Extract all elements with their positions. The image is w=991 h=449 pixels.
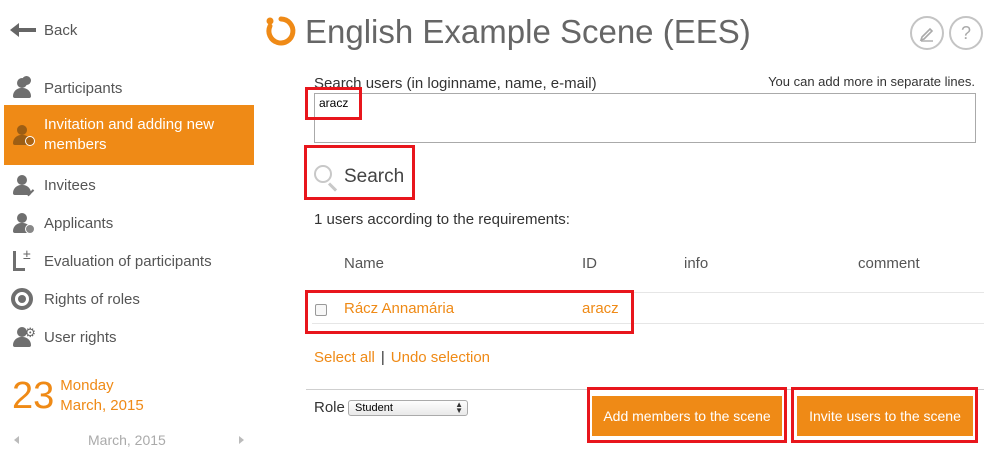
calendar-day: 23 bbox=[12, 375, 55, 417]
column-header-comment: comment bbox=[858, 255, 920, 272]
row-checkbox[interactable] bbox=[315, 304, 327, 316]
sidebar-item-label: User rights bbox=[44, 328, 117, 346]
participants-icon bbox=[10, 76, 36, 100]
selection-separator: | bbox=[380, 349, 385, 366]
search-button-label: Search bbox=[344, 166, 405, 187]
calendar-date: 23 Monday March, 2015 bbox=[12, 376, 144, 416]
page-title: English Example Scene (EES) bbox=[305, 13, 751, 50]
row-divider bbox=[312, 292, 984, 293]
user-id-link[interactable]: aracz bbox=[582, 300, 619, 317]
calendar-month-year: March, 2015 bbox=[60, 397, 144, 414]
prev-month-icon[interactable] bbox=[14, 436, 19, 444]
calendar-nav: March, 2015 bbox=[14, 432, 244, 448]
invitee-check-icon bbox=[10, 173, 36, 197]
sidebar-item-invitees[interactable]: Invitees bbox=[4, 172, 254, 198]
undo-selection-link[interactable]: Undo selection bbox=[391, 349, 490, 366]
search-button[interactable]: Search bbox=[312, 160, 404, 194]
add-members-button[interactable]: Add members to the scene bbox=[592, 396, 782, 436]
row-divider bbox=[312, 323, 984, 324]
calendar-weekday: Monday bbox=[60, 377, 114, 394]
sidebar-item-invitation[interactable]: Invitation and adding new members bbox=[4, 105, 254, 165]
user-gear-icon: ⚙ bbox=[10, 325, 36, 349]
role-label: Role bbox=[314, 399, 345, 416]
column-header-name: Name bbox=[344, 255, 385, 272]
sidebar: Back Participants Invitation and adding … bbox=[0, 0, 260, 449]
edit-button[interactable] bbox=[910, 16, 944, 50]
back-label: Back bbox=[44, 21, 78, 39]
scene-logo-icon bbox=[266, 16, 296, 46]
calendar-nav-month: March, 2015 bbox=[88, 432, 166, 448]
column-header-id: ID bbox=[582, 255, 597, 272]
search-label: Search users (in loginname, name, e-mail… bbox=[314, 75, 597, 92]
sidebar-item-user-rights[interactable]: ⚙ User rights bbox=[4, 324, 254, 350]
sidebar-item-applicants[interactable]: Applicants bbox=[4, 210, 254, 236]
role-select-value: Student bbox=[355, 402, 393, 414]
pencil-icon bbox=[919, 27, 934, 42]
selection-links: Select all | Undo selection bbox=[314, 349, 490, 366]
footer-divider bbox=[306, 389, 984, 390]
search-icon bbox=[312, 163, 340, 192]
search-input[interactable]: aracz bbox=[314, 93, 976, 143]
sidebar-item-label: Invitation and adding new members bbox=[44, 116, 215, 153]
role-select[interactable]: Student ▲ ▼ bbox=[348, 400, 468, 416]
user-name-link[interactable]: Rácz Annamária bbox=[344, 300, 454, 317]
sidebar-item-rights-of-roles[interactable]: Rights of roles bbox=[4, 286, 254, 312]
back-button[interactable]: Back bbox=[10, 18, 77, 42]
select-all-link[interactable]: Select all bbox=[314, 349, 375, 366]
sidebar-item-label: Participants bbox=[44, 79, 123, 97]
sidebar-item-label: Invitees bbox=[44, 176, 96, 194]
next-month-icon[interactable] bbox=[239, 436, 244, 444]
help-button[interactable]: ? bbox=[949, 16, 983, 50]
back-arrow-icon bbox=[10, 22, 36, 38]
help-icon: ? bbox=[960, 22, 971, 43]
add-user-icon bbox=[10, 123, 36, 147]
sidebar-item-label: Rights of roles bbox=[44, 290, 140, 308]
applicant-clock-icon bbox=[10, 211, 36, 235]
column-header-info: info bbox=[684, 255, 709, 272]
invite-users-button[interactable]: Invite users to the scene bbox=[797, 396, 973, 436]
sidebar-item-label: Evaluation of participants bbox=[44, 252, 212, 270]
sidebar-item-label: Applicants bbox=[44, 214, 114, 232]
search-hint: You can add more in separate lines. bbox=[768, 74, 975, 89]
results-count: 1 users according to the requirements: bbox=[314, 211, 570, 228]
evaluation-plus-minus-icon: ± bbox=[10, 246, 36, 273]
roles-gear-icon bbox=[10, 287, 36, 311]
sidebar-item-participants[interactable]: Participants bbox=[4, 76, 254, 100]
select-arrows-icon: ▲ ▼ bbox=[455, 400, 463, 415]
sidebar-item-evaluation[interactable]: ± Evaluation of participants bbox=[4, 246, 254, 274]
